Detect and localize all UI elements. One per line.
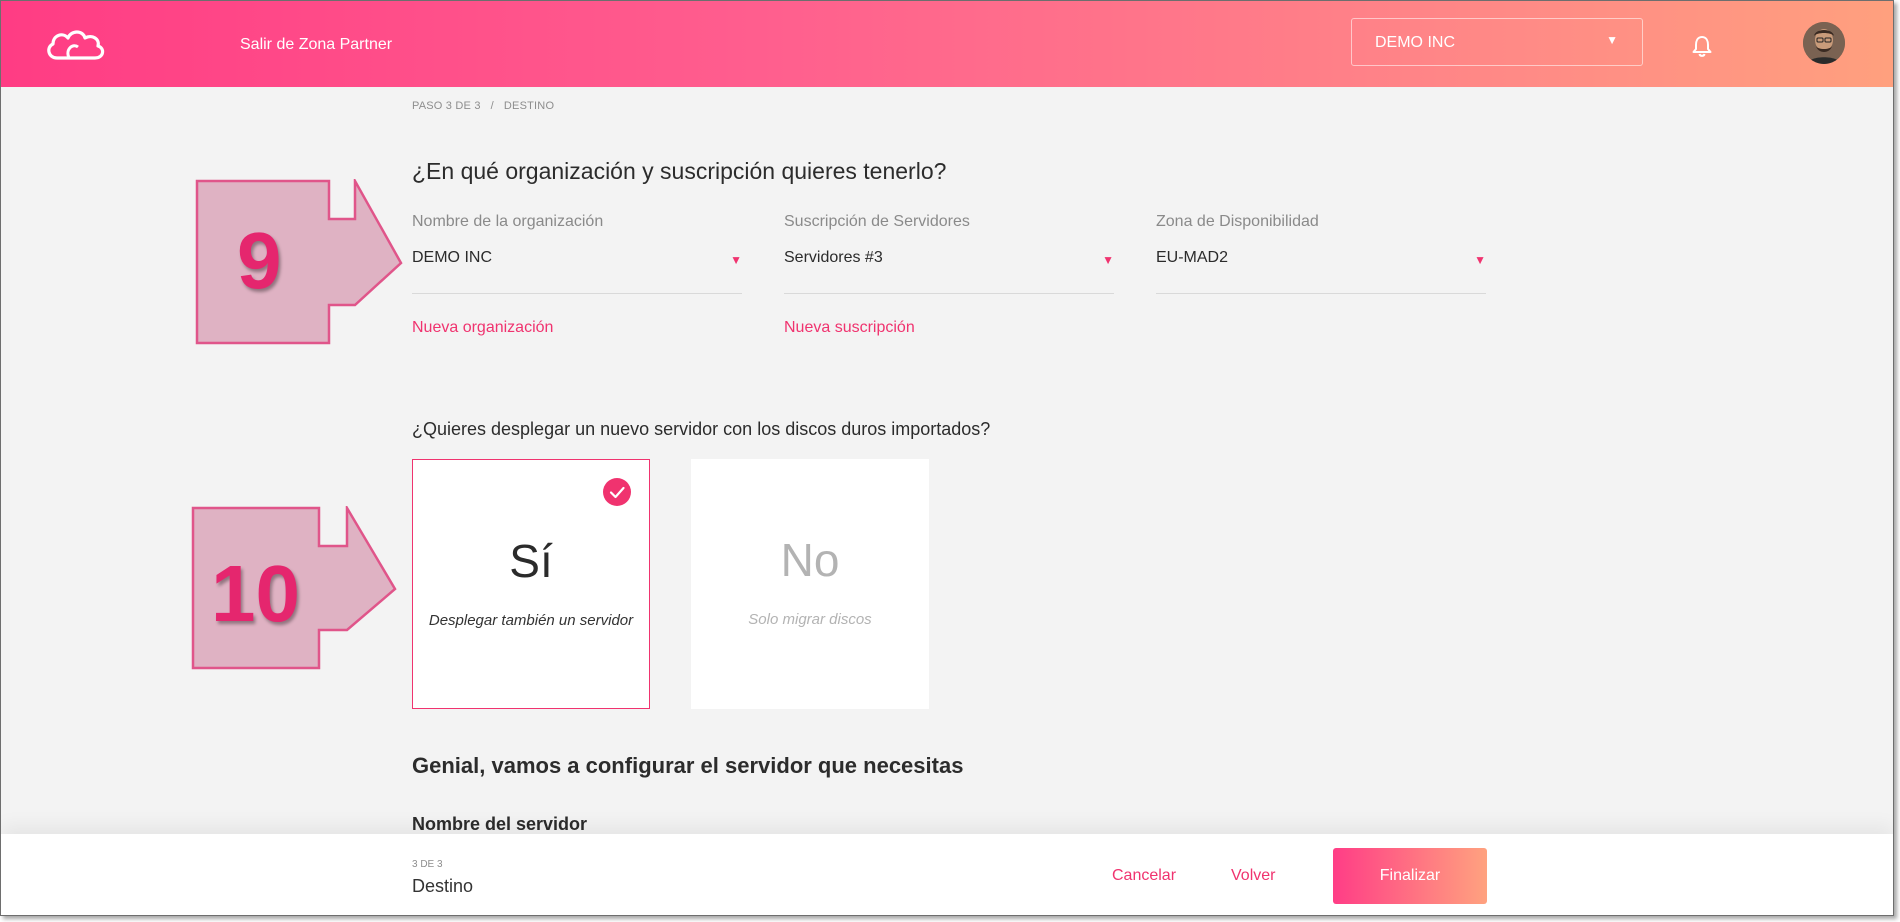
option-card-yes[interactable]: Sí Desplegar también un servidor <box>412 459 650 709</box>
organization-label: Nombre de la organización <box>412 213 604 230</box>
option-card-no[interactable]: No Solo migrar discos <box>691 459 929 709</box>
subscription-select[interactable]: Servidores #3 ▼ <box>784 249 1114 294</box>
new-organization-link[interactable]: Nueva organización <box>412 319 742 337</box>
breadcrumb-step: PASO 3 DE 3 <box>412 100 481 112</box>
option-no-title: No <box>780 534 840 586</box>
back-button[interactable]: Volver <box>1231 867 1275 885</box>
option-yes-subtitle: Desplegar también un servidor <box>428 612 634 629</box>
breadcrumb-current: DESTINO <box>503 100 555 112</box>
availability-zone-field: Zona de Disponibilidad EU-MAD2 ▼ <box>1156 213 1486 294</box>
user-avatar[interactable] <box>1803 22 1845 64</box>
finish-button[interactable]: Finalizar <box>1333 848 1487 904</box>
breadcrumb-separator: / <box>490 100 494 112</box>
annotation-callout-9: 9 <box>195 179 405 347</box>
organization-switcher[interactable]: DEMO INC ▼ <box>1351 18 1643 66</box>
bell-icon[interactable] <box>1691 34 1713 58</box>
organization-switcher-value: DEMO INC <box>1375 34 1455 51</box>
triangle-down-icon: ▼ <box>1474 253 1486 267</box>
availability-zone-select-value: EU-MAD2 <box>1156 249 1229 266</box>
chevron-down-icon: ▼ <box>1606 33 1618 47</box>
annotation-number-10: 10 <box>211 549 300 638</box>
new-subscription-link[interactable]: Nueva suscripción <box>784 319 1114 337</box>
option-yes-title: Sí <box>509 535 553 587</box>
app-window: Salir de Zona Partner DEMO INC ▼ PASO 3 … <box>0 0 1894 916</box>
organization-field: Nombre de la organización DEMO INC ▼ Nue… <box>412 213 742 337</box>
annotation-callout-10: 10 <box>191 506 399 672</box>
config-section-title: Genial, vamos a configurar el servidor q… <box>412 753 964 778</box>
checkmark-icon <box>603 478 631 506</box>
breadcrumb: PASO 3 DE 3 / DESTINO <box>412 100 554 112</box>
annotation-number-9: 9 <box>237 216 282 305</box>
triangle-down-icon: ▼ <box>1102 253 1114 267</box>
option-no-subtitle: Solo migrar discos <box>748 611 872 628</box>
deploy-question-title: ¿Quieres desplegar un nuevo servidor con… <box>412 419 991 439</box>
server-name-label: Nombre del servidor <box>412 814 588 834</box>
footer-step-name: Destino <box>412 876 474 896</box>
subscription-select-value: Servidores #3 <box>784 249 883 266</box>
footer-bar: 3 DE 3 Destino Cancelar Volver Finalizar <box>1 834 1893 915</box>
org-section-title: ¿En qué organización y suscripción quier… <box>412 158 947 184</box>
availability-zone-label: Zona de Disponibilidad <box>1156 213 1319 230</box>
organization-select-value: DEMO INC <box>412 249 492 266</box>
availability-zone-select[interactable]: EU-MAD2 ▼ <box>1156 249 1486 294</box>
cloud-logo-icon[interactable] <box>43 27 107 61</box>
cancel-button[interactable]: Cancelar <box>1112 867 1176 885</box>
top-header: Salir de Zona Partner DEMO INC ▼ <box>1 1 1893 87</box>
subscription-label: Suscripción de Servidores <box>784 213 970 230</box>
subscription-field: Suscripción de Servidores Servidores #3 … <box>784 213 1114 337</box>
organization-select[interactable]: DEMO INC ▼ <box>412 249 742 294</box>
triangle-down-icon: ▼ <box>730 253 742 267</box>
arrow-callout-shape <box>195 179 403 345</box>
exit-partner-zone-link[interactable]: Salir de Zona Partner <box>240 36 392 54</box>
footer-step-counter: 3 DE 3 <box>412 859 443 870</box>
